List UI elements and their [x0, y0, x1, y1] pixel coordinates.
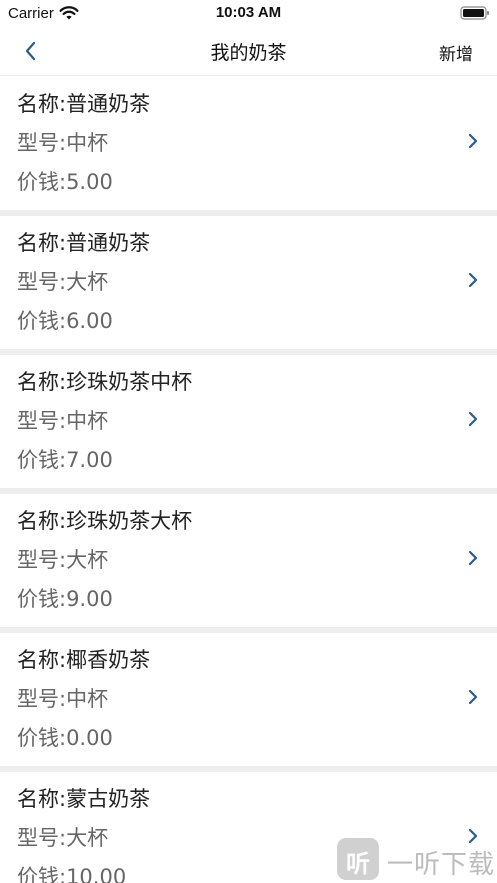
item-price: 价钱:5.00 — [17, 170, 113, 194]
item-name: 名称:蒙古奶茶 — [17, 787, 151, 811]
item-name: 名称:普通奶茶 — [17, 92, 151, 116]
chevron-right-icon — [468, 550, 478, 566]
list-item[interactable]: 名称:普通奶茶 型号:中杯 价钱:5.00 — [0, 77, 497, 210]
item-price: 价钱:9.00 — [17, 587, 113, 611]
chevron-right-icon — [468, 272, 478, 288]
battery-icon — [460, 6, 489, 20]
navigation-bar: 我的奶茶 新增 — [0, 27, 497, 76]
chevron-right-icon — [468, 133, 478, 149]
page-title: 我的奶茶 — [210, 42, 287, 64]
item-price: 价钱:7.00 — [17, 448, 113, 472]
clock: 10:03 AM — [215, 4, 282, 21]
item-price: 价钱:0.00 — [17, 726, 113, 750]
list-item[interactable]: 名称:普通奶茶 型号:大杯 价钱:6.00 — [0, 216, 497, 349]
status-bar: Carrier 10:03 AM — [0, 0, 497, 27]
item-model: 型号:大杯 — [17, 270, 109, 294]
item-price: 价钱:10.00 — [17, 865, 127, 883]
item-name: 名称:珍珠奶茶大杯 — [17, 509, 193, 533]
chevron-right-icon — [468, 411, 478, 427]
chevron-right-icon — [468, 689, 478, 705]
add-button[interactable]: 新增 — [439, 40, 473, 65]
watermark: 听 一听下载 — [337, 838, 497, 883]
item-model: 型号:中杯 — [17, 409, 109, 433]
item-model: 型号:大杯 — [17, 548, 109, 572]
list-item[interactable]: 名称:珍珠奶茶大杯 型号:大杯 价钱:9.00 — [0, 494, 497, 627]
watermark-text: 一听下载 — [387, 850, 496, 880]
milk-tea-list: 名称:普通奶茶 型号:中杯 价钱:5.00 名称:普通奶茶 型号:大杯 价钱:6… — [0, 77, 497, 883]
item-name: 名称:珍珠奶茶中杯 — [17, 370, 193, 394]
item-name: 名称:椰香奶茶 — [17, 648, 151, 672]
watermark-glyph: 听 — [346, 850, 370, 878]
list-item[interactable]: 名称:椰香奶茶 型号:中杯 价钱:0.00 — [0, 633, 497, 766]
item-name: 名称:普通奶茶 — [17, 231, 151, 255]
item-price: 价钱:6.00 — [17, 309, 113, 333]
item-model: 型号:大杯 — [17, 826, 109, 850]
item-model: 型号:中杯 — [17, 131, 109, 155]
watermark-logo-icon: 听 — [337, 838, 379, 880]
list-item[interactable]: 名称:珍珠奶茶中杯 型号:中杯 价钱:7.00 — [0, 355, 497, 488]
item-model: 型号:中杯 — [17, 687, 109, 711]
